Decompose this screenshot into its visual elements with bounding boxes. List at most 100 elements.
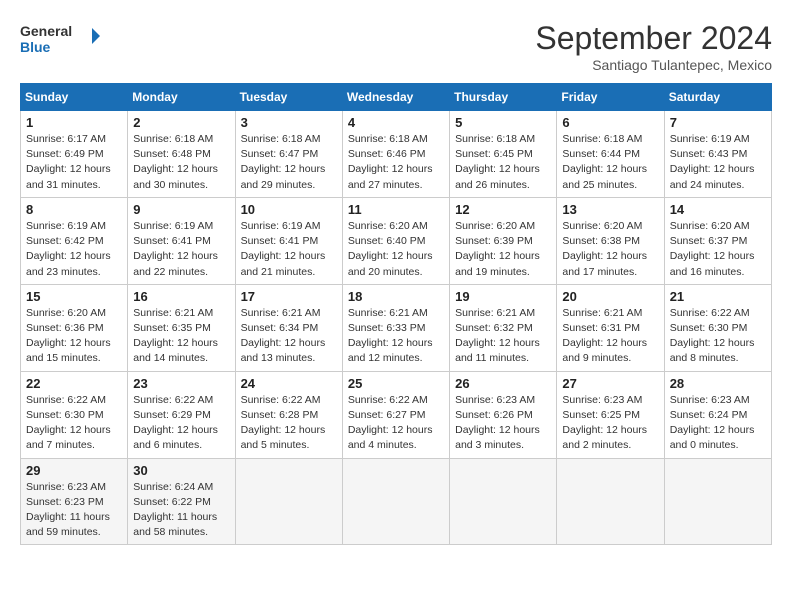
day-info: Sunrise: 6:21 AM Sunset: 6:32 PM Dayligh…	[455, 306, 551, 367]
calendar-day-cell: 14 Sunrise: 6:20 AM Sunset: 6:37 PM Dayl…	[664, 197, 771, 284]
day-number: 13	[562, 202, 658, 217]
calendar-day-cell: 5 Sunrise: 6:18 AM Sunset: 6:45 PM Dayli…	[450, 111, 557, 198]
day-info: Sunrise: 6:21 AM Sunset: 6:34 PM Dayligh…	[241, 306, 337, 367]
calendar-day-cell: 16 Sunrise: 6:21 AM Sunset: 6:35 PM Dayl…	[128, 284, 235, 371]
day-info: Sunrise: 6:18 AM Sunset: 6:45 PM Dayligh…	[455, 132, 551, 193]
calendar-day-cell: 21 Sunrise: 6:22 AM Sunset: 6:30 PM Dayl…	[664, 284, 771, 371]
calendar-week-row: 15 Sunrise: 6:20 AM Sunset: 6:36 PM Dayl…	[21, 284, 772, 371]
day-number: 1	[26, 115, 122, 130]
day-info: Sunrise: 6:23 AM Sunset: 6:26 PM Dayligh…	[455, 393, 551, 454]
logo: General Blue	[20, 20, 100, 58]
header-wednesday: Wednesday	[342, 84, 449, 111]
calendar-day-cell: 10 Sunrise: 6:19 AM Sunset: 6:41 PM Dayl…	[235, 197, 342, 284]
day-info: Sunrise: 6:23 AM Sunset: 6:23 PM Dayligh…	[26, 480, 122, 541]
calendar-day-cell: 23 Sunrise: 6:22 AM Sunset: 6:29 PM Dayl…	[128, 371, 235, 458]
header-friday: Friday	[557, 84, 664, 111]
day-number: 22	[26, 376, 122, 391]
day-number: 16	[133, 289, 229, 304]
day-info: Sunrise: 6:19 AM Sunset: 6:43 PM Dayligh…	[670, 132, 766, 193]
day-number: 18	[348, 289, 444, 304]
calendar-table: Sunday Monday Tuesday Wednesday Thursday…	[20, 83, 772, 545]
header-saturday: Saturday	[664, 84, 771, 111]
header-sunday: Sunday	[21, 84, 128, 111]
page-header: General Blue September 2024 Santiago Tul…	[20, 20, 772, 73]
day-number: 25	[348, 376, 444, 391]
calendar-day-cell	[235, 458, 342, 545]
day-number: 2	[133, 115, 229, 130]
calendar-day-cell: 28 Sunrise: 6:23 AM Sunset: 6:24 PM Dayl…	[664, 371, 771, 458]
calendar-day-cell: 20 Sunrise: 6:21 AM Sunset: 6:31 PM Dayl…	[557, 284, 664, 371]
calendar-day-cell: 17 Sunrise: 6:21 AM Sunset: 6:34 PM Dayl…	[235, 284, 342, 371]
calendar-day-cell: 11 Sunrise: 6:20 AM Sunset: 6:40 PM Dayl…	[342, 197, 449, 284]
calendar-day-cell	[450, 458, 557, 545]
calendar-day-cell: 8 Sunrise: 6:19 AM Sunset: 6:42 PM Dayli…	[21, 197, 128, 284]
calendar-week-row: 1 Sunrise: 6:17 AM Sunset: 6:49 PM Dayli…	[21, 111, 772, 198]
day-info: Sunrise: 6:22 AM Sunset: 6:29 PM Dayligh…	[133, 393, 229, 454]
calendar-day-cell: 13 Sunrise: 6:20 AM Sunset: 6:38 PM Dayl…	[557, 197, 664, 284]
weekday-header-row: Sunday Monday Tuesday Wednesday Thursday…	[21, 84, 772, 111]
calendar-week-row: 8 Sunrise: 6:19 AM Sunset: 6:42 PM Dayli…	[21, 197, 772, 284]
day-info: Sunrise: 6:21 AM Sunset: 6:31 PM Dayligh…	[562, 306, 658, 367]
svg-text:General: General	[20, 23, 72, 39]
day-info: Sunrise: 6:18 AM Sunset: 6:48 PM Dayligh…	[133, 132, 229, 193]
calendar-day-cell: 12 Sunrise: 6:20 AM Sunset: 6:39 PM Dayl…	[450, 197, 557, 284]
day-info: Sunrise: 6:20 AM Sunset: 6:40 PM Dayligh…	[348, 219, 444, 280]
day-info: Sunrise: 6:22 AM Sunset: 6:30 PM Dayligh…	[670, 306, 766, 367]
day-number: 5	[455, 115, 551, 130]
day-info: Sunrise: 6:22 AM Sunset: 6:30 PM Dayligh…	[26, 393, 122, 454]
day-number: 7	[670, 115, 766, 130]
day-info: Sunrise: 6:21 AM Sunset: 6:33 PM Dayligh…	[348, 306, 444, 367]
calendar-day-cell: 9 Sunrise: 6:19 AM Sunset: 6:41 PM Dayli…	[128, 197, 235, 284]
day-number: 14	[670, 202, 766, 217]
day-info: Sunrise: 6:18 AM Sunset: 6:44 PM Dayligh…	[562, 132, 658, 193]
day-info: Sunrise: 6:17 AM Sunset: 6:49 PM Dayligh…	[26, 132, 122, 193]
day-number: 24	[241, 376, 337, 391]
calendar-day-cell: 6 Sunrise: 6:18 AM Sunset: 6:44 PM Dayli…	[557, 111, 664, 198]
day-number: 27	[562, 376, 658, 391]
calendar-week-row: 29 Sunrise: 6:23 AM Sunset: 6:23 PM Dayl…	[21, 458, 772, 545]
day-number: 11	[348, 202, 444, 217]
calendar-day-cell: 2 Sunrise: 6:18 AM Sunset: 6:48 PM Dayli…	[128, 111, 235, 198]
day-info: Sunrise: 6:18 AM Sunset: 6:46 PM Dayligh…	[348, 132, 444, 193]
day-number: 4	[348, 115, 444, 130]
day-info: Sunrise: 6:22 AM Sunset: 6:27 PM Dayligh…	[348, 393, 444, 454]
calendar-day-cell: 7 Sunrise: 6:19 AM Sunset: 6:43 PM Dayli…	[664, 111, 771, 198]
day-number: 28	[670, 376, 766, 391]
svg-text:Blue: Blue	[20, 39, 51, 55]
calendar-day-cell: 30 Sunrise: 6:24 AM Sunset: 6:22 PM Dayl…	[128, 458, 235, 545]
day-info: Sunrise: 6:20 AM Sunset: 6:38 PM Dayligh…	[562, 219, 658, 280]
calendar-week-row: 22 Sunrise: 6:22 AM Sunset: 6:30 PM Dayl…	[21, 371, 772, 458]
month-title: September 2024	[535, 20, 772, 57]
day-info: Sunrise: 6:20 AM Sunset: 6:39 PM Dayligh…	[455, 219, 551, 280]
calendar-day-cell: 4 Sunrise: 6:18 AM Sunset: 6:46 PM Dayli…	[342, 111, 449, 198]
calendar-day-cell: 29 Sunrise: 6:23 AM Sunset: 6:23 PM Dayl…	[21, 458, 128, 545]
calendar-day-cell: 18 Sunrise: 6:21 AM Sunset: 6:33 PM Dayl…	[342, 284, 449, 371]
calendar-day-cell: 19 Sunrise: 6:21 AM Sunset: 6:32 PM Dayl…	[450, 284, 557, 371]
day-info: Sunrise: 6:18 AM Sunset: 6:47 PM Dayligh…	[241, 132, 337, 193]
header-monday: Monday	[128, 84, 235, 111]
day-info: Sunrise: 6:19 AM Sunset: 6:41 PM Dayligh…	[241, 219, 337, 280]
title-block: September 2024 Santiago Tulantepec, Mexi…	[535, 20, 772, 73]
day-info: Sunrise: 6:24 AM Sunset: 6:22 PM Dayligh…	[133, 480, 229, 541]
calendar-day-cell: 27 Sunrise: 6:23 AM Sunset: 6:25 PM Dayl…	[557, 371, 664, 458]
header-tuesday: Tuesday	[235, 84, 342, 111]
day-info: Sunrise: 6:19 AM Sunset: 6:41 PM Dayligh…	[133, 219, 229, 280]
day-number: 15	[26, 289, 122, 304]
day-number: 29	[26, 463, 122, 478]
day-number: 21	[670, 289, 766, 304]
calendar-day-cell: 25 Sunrise: 6:22 AM Sunset: 6:27 PM Dayl…	[342, 371, 449, 458]
day-number: 17	[241, 289, 337, 304]
calendar-day-cell	[342, 458, 449, 545]
day-info: Sunrise: 6:20 AM Sunset: 6:37 PM Dayligh…	[670, 219, 766, 280]
day-info: Sunrise: 6:23 AM Sunset: 6:24 PM Dayligh…	[670, 393, 766, 454]
day-number: 30	[133, 463, 229, 478]
day-number: 23	[133, 376, 229, 391]
day-number: 10	[241, 202, 337, 217]
header-thursday: Thursday	[450, 84, 557, 111]
day-info: Sunrise: 6:22 AM Sunset: 6:28 PM Dayligh…	[241, 393, 337, 454]
day-info: Sunrise: 6:21 AM Sunset: 6:35 PM Dayligh…	[133, 306, 229, 367]
day-number: 12	[455, 202, 551, 217]
day-number: 20	[562, 289, 658, 304]
day-number: 19	[455, 289, 551, 304]
day-number: 6	[562, 115, 658, 130]
